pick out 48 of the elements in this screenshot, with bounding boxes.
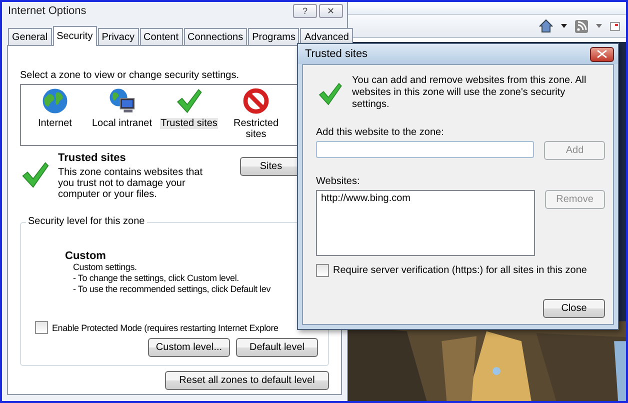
level-name: Custom [65, 250, 107, 262]
title-bar-button[interactable]: ? [293, 4, 317, 18]
level-description: Custom settings. [73, 262, 138, 273]
group-label: Security level for this zone [26, 216, 147, 227]
input-field[interactable] [316, 141, 534, 158]
tab[interactable]: Connections [184, 28, 248, 45]
window-title: Internet Options [8, 5, 86, 17]
checkmark-icon [316, 81, 344, 107]
caret-icon[interactable] [561, 24, 567, 28]
field-label: Websites: [316, 176, 361, 187]
checkmark-icon [20, 160, 50, 190]
level-button[interactable]: Custom level... [148, 338, 230, 357]
zone-label: Local intranet [90, 118, 154, 129]
tab[interactable]: Privacy [98, 28, 138, 45]
zone-prompt: Select a zone to view or change security settings. [20, 70, 240, 81]
zone-label: Restricted sites [232, 118, 280, 140]
checkbox[interactable] [316, 264, 329, 277]
feed-icon[interactable] [575, 20, 588, 32]
tab[interactable]: Security [52, 26, 97, 46]
zone-title: Trusted sites [58, 152, 127, 164]
info-text: You can add and remove websites from this zone. All websites in this zone will use the zone's security settings. [352, 75, 588, 111]
zone-item[interactable]: Trusted sites [157, 87, 221, 145]
level-description: - To use the recommended settings, click Default lev [73, 284, 272, 295]
reset-button[interactable]: Reset all zones to default level [165, 371, 329, 390]
zone-label: Trusted sites [160, 118, 218, 129]
zone-label: Internet [37, 118, 73, 129]
title-bar-button[interactable]: ✕ [319, 4, 343, 18]
globe-computer-icon [108, 87, 136, 115]
checkbox-label: Enable Protected Mode (requires restarting Internet Explore [52, 322, 278, 332]
level-button[interactable]: Default level [236, 338, 318, 357]
checkbox[interactable] [35, 321, 48, 334]
field-label: Add this website to the zone: [316, 127, 445, 138]
checkmark-icon [175, 87, 203, 115]
dialog-title: Trusted sites [305, 48, 368, 60]
zone-item[interactable]: Restricted sites [224, 87, 288, 145]
close-icon[interactable] [590, 46, 614, 62]
zone-description: This zone contains websites that you trust not to damage your computer or your files. [58, 167, 204, 200]
list-item[interactable]: http://www.bing.com [321, 193, 410, 204]
checkbox-label: Require server verification (https:) for all sites in this zone [333, 265, 587, 276]
close-button[interactable]: Close [543, 299, 605, 318]
globe-icon [41, 87, 69, 115]
no-entry-icon [242, 87, 270, 115]
tab[interactable]: General [8, 28, 52, 45]
zone-item[interactable]: Local intranet [90, 87, 154, 145]
tab[interactable]: Content [140, 28, 183, 45]
tab[interactable]: Programs [248, 28, 300, 45]
zone-item[interactable]: Internet [23, 87, 87, 145]
level-description: - To change the settings, click Custom level. [73, 273, 240, 284]
